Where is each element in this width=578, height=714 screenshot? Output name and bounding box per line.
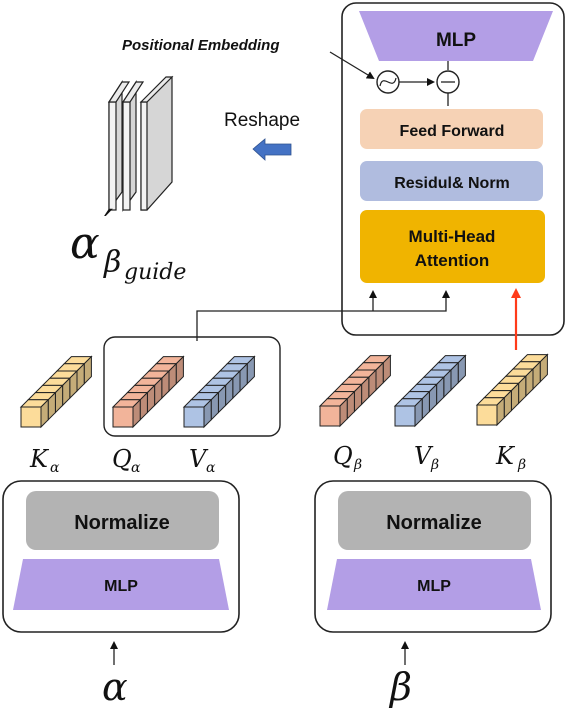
- attention-label-line1: Multi-Head: [409, 227, 496, 246]
- alpha-vector-letter: Q: [112, 445, 132, 473]
- beta-vector-sub: β: [517, 457, 526, 473]
- cube-front-face: [319, 405, 341, 427]
- feed-forward-label: Feed Forward: [400, 123, 505, 140]
- transformer-block: MLP Feed Forward Residul& Norm Multi-Hea…: [196, 2, 565, 350]
- beta-vector-letter: K: [495, 442, 516, 470]
- beta-vector-letter: Q: [333, 442, 353, 470]
- positional-embedding-label: Positional Embedding: [122, 37, 280, 54]
- reshape-arrow-icon: [252, 138, 292, 161]
- beta-vector-labels: Q β V β K β: [333, 442, 526, 473]
- value-beta-vector: [393, 354, 467, 428]
- value-alpha-vector: [182, 355, 256, 429]
- alpha-input-symbol: α: [102, 665, 128, 709]
- diagram-canvas: MLP Feed Forward Residul& Norm Multi-Hea…: [2, 2, 565, 709]
- key-alpha-vector: [19, 355, 93, 429]
- residual-norm-label: Residul& Norm: [394, 175, 510, 192]
- output-subscript-symbol: β: [103, 245, 121, 280]
- beta-encoder: Normalize MLP β: [314, 480, 552, 709]
- output-prime: ′: [104, 202, 113, 248]
- alpha-encoder: Normalize MLP α: [2, 480, 240, 709]
- beta-vector-sub: β: [353, 457, 362, 473]
- feature-map-stack-icon: [107, 75, 174, 212]
- alpha-vector-letter: K: [29, 445, 50, 473]
- multi-head-attention-block: [360, 210, 545, 283]
- beta-mlp-label: MLP: [417, 578, 451, 595]
- beta-normalize-label: Normalize: [386, 512, 482, 534]
- alpha-vector-labels: K α Q α V α: [29, 445, 216, 476]
- alpha-vector-sub: α: [50, 460, 60, 476]
- alpha-vector-sub: α: [206, 460, 216, 476]
- output-subscript-text: guide: [124, 260, 186, 285]
- alpha-vector-sub: α: [131, 460, 141, 476]
- output-symbol: α: [70, 218, 100, 269]
- alpha-mlp-label: MLP: [104, 578, 138, 595]
- attention-label-line2: Attention: [415, 251, 490, 270]
- beta-vector-sub: β: [430, 457, 439, 473]
- cube-front-face: [20, 406, 42, 428]
- cube-front-face: [476, 404, 498, 426]
- vector-layer: [19, 353, 549, 429]
- cube-front-face: [112, 406, 134, 428]
- beta-input-symbol: β: [388, 665, 412, 709]
- query-beta-vector: [318, 354, 392, 428]
- cube-front-face: [183, 406, 205, 428]
- top-mlp-label: MLP: [436, 30, 476, 51]
- reshape-label: Reshape: [224, 110, 300, 131]
- cube-front-face: [394, 405, 416, 427]
- query-alpha-vector: [111, 355, 185, 429]
- alpha-normalize-label: Normalize: [74, 512, 170, 534]
- key-beta-vector: [475, 353, 549, 427]
